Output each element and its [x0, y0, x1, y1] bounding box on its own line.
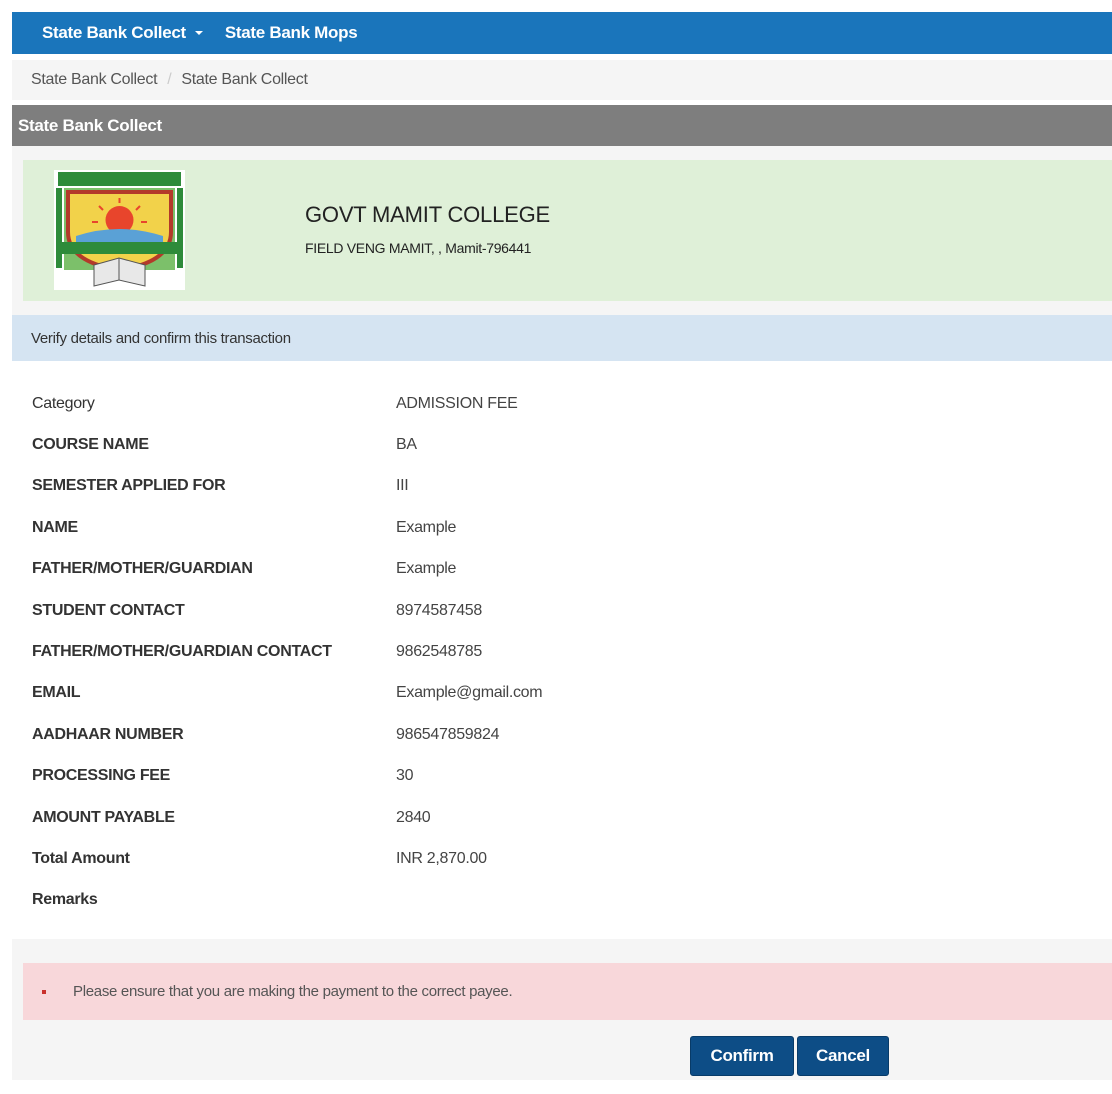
confirm-button[interactable]: Confirm: [690, 1036, 794, 1077]
nav-item-label: State Bank Collect: [42, 23, 186, 42]
detail-row: PROCESSING FEE 30: [12, 756, 1112, 797]
detail-value: 986547859824: [396, 725, 500, 743]
detail-row: NAME Example: [12, 507, 1112, 548]
detail-row: Total Amount INR 2,870.00: [12, 838, 1112, 879]
detail-value: Example@gmail.com: [396, 684, 543, 702]
detail-value: INR 2,870.00: [396, 849, 487, 867]
top-navbar: State Bank Collect State Bank Mops: [12, 12, 1112, 54]
detail-row: FATHER/MOTHER/GUARDIAN CONTACT 9862548785: [12, 631, 1112, 672]
breadcrumb-item-current: State Bank Collect: [181, 71, 308, 88]
detail-row: AMOUNT PAYABLE 2840: [12, 797, 1112, 838]
detail-value: III: [396, 477, 409, 495]
detail-label: NAME: [32, 518, 78, 536]
college-address: FIELD VENG MAMIT, , Mamit-796441: [305, 240, 532, 256]
detail-row: EMAIL Example@gmail.com: [12, 673, 1112, 714]
detail-label: STUDENT CONTACT: [32, 601, 185, 619]
college-name: GOVT MAMIT COLLEGE: [305, 202, 550, 227]
action-buttons: Confirm Cancel: [12, 1020, 1112, 1081]
detail-label: Total Amount: [32, 849, 130, 867]
detail-value: ADMISSION FEE: [396, 394, 518, 412]
detail-row: AADHAAR NUMBER 986547859824: [12, 714, 1112, 755]
detail-row: STUDENT CONTACT 8974587458: [12, 590, 1112, 631]
transaction-details: Category ADMISSION FEE COURSE NAME BA SEMEST…: [12, 361, 1112, 940]
detail-value: 9862548785: [396, 643, 482, 661]
payee-warning-alert: Please ensure that you are making the pa…: [23, 963, 1112, 1021]
detail-label: FATHER/MOTHER/GUARDIAN: [32, 560, 253, 578]
panel-body: GOVT MAMIT COLLEGE FIELD VENG MAMIT, , M…: [12, 146, 1112, 1081]
detail-value: 2840: [396, 808, 431, 826]
detail-label: FATHER/MOTHER/GUARDIAN CONTACT: [32, 643, 332, 661]
breadcrumb-item[interactable]: State Bank Collect: [31, 71, 158, 89]
detail-value: 30: [396, 767, 414, 785]
section-gap: [12, 939, 1112, 964]
detail-label: SEMESTER APPLIED FOR: [32, 477, 226, 495]
detail-row: Category ADMISSION FEE: [12, 383, 1112, 424]
breadcrumb-separator: /: [167, 71, 172, 88]
page-frame: State Bank Collect State Bank Mops State…: [12, 12, 1112, 1081]
detail-row: FATHER/MOTHER/GUARDIAN Example: [12, 549, 1112, 590]
college-crest-logo: [54, 170, 185, 290]
bullet-icon: [42, 989, 46, 994]
detail-value: 8974587458: [396, 601, 482, 619]
detail-label: Remarks: [32, 891, 98, 909]
detail-label: AMOUNT PAYABLE: [32, 808, 175, 826]
nav-state-bank-mops[interactable]: State Bank Mops: [224, 23, 358, 43]
detail-label: AADHAAR NUMBER: [32, 725, 184, 743]
nav-item-label: State Bank Mops: [224, 23, 358, 42]
detail-row: SEMESTER APPLIED FOR III: [12, 466, 1112, 507]
detail-label: PROCESSING FEE: [32, 767, 171, 785]
detail-value: Example: [396, 518, 457, 536]
detail-label: COURSE NAME: [32, 436, 149, 454]
panel-title: State Bank Collect: [12, 105, 1112, 146]
alert-message: Please ensure that you are making the pa…: [73, 983, 513, 1001]
verify-message: Verify details and confirm this transact…: [12, 315, 1112, 361]
detail-value: Example: [396, 560, 457, 578]
detail-value: BA: [396, 436, 417, 454]
detail-row: Remarks: [12, 880, 1112, 921]
nav-state-bank-collect[interactable]: State Bank Collect: [42, 23, 203, 43]
college-info: GOVT MAMIT COLLEGE FIELD VENG MAMIT, , M…: [23, 160, 1112, 301]
caret-down-icon: [194, 31, 203, 35]
detail-label: Category: [32, 394, 95, 412]
breadcrumb: State Bank Collect / State Bank Collect: [12, 60, 1112, 100]
detail-label: EMAIL: [32, 684, 81, 702]
cancel-button[interactable]: Cancel: [797, 1036, 889, 1077]
detail-row: COURSE NAME BA: [12, 424, 1112, 465]
